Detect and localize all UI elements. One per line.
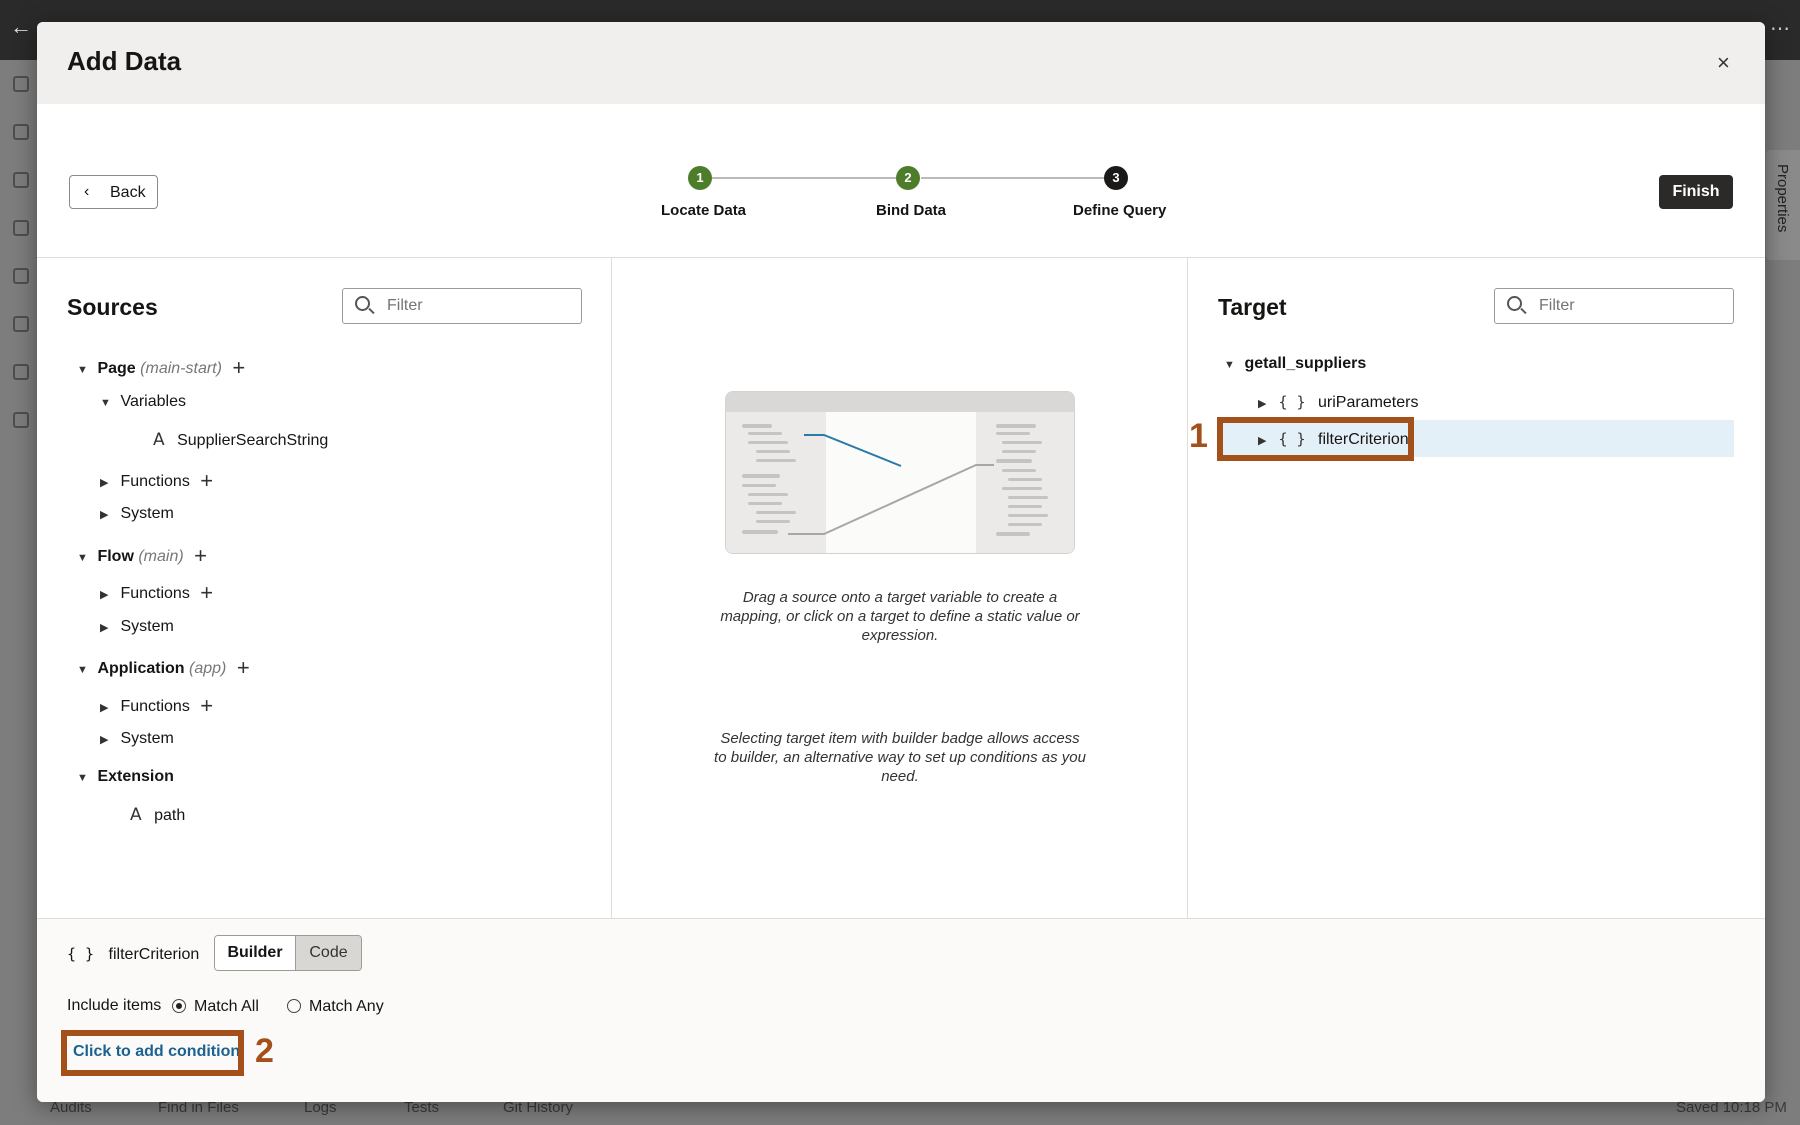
data-icon[interactable]	[13, 172, 29, 188]
sources-title: Sources	[67, 294, 158, 320]
sources-filter[interactable]	[342, 288, 582, 324]
radio-unchecked-icon[interactable]	[287, 999, 301, 1013]
caret-right-icon[interactable]: ▶	[100, 621, 116, 634]
highlight-box-2	[61, 1030, 244, 1076]
step-2-indicator[interactable]: 2	[896, 166, 920, 190]
dialog-header: Add Data ×	[37, 22, 1765, 104]
tree-node-extension[interactable]: ▼ Extension	[77, 768, 174, 786]
match-all-radio[interactable]: Match All	[172, 998, 259, 1016]
target-filter-input[interactable]	[1539, 297, 1719, 315]
caret-right-icon[interactable]: ▶	[100, 733, 116, 746]
back-arrow-icon[interactable]: ←	[10, 14, 32, 40]
add-icon[interactable]: +	[200, 468, 213, 493]
back-button[interactable]: ‹ Back	[69, 175, 158, 209]
caret-right-icon[interactable]: ▶	[100, 588, 116, 601]
tree-node-application[interactable]: ▼ Application (app) +	[77, 655, 250, 681]
caret-right-icon[interactable]: ▶	[100, 476, 116, 489]
match-any-radio[interactable]: Match Any	[287, 998, 384, 1016]
caret-down-icon[interactable]: ▼	[77, 772, 93, 784]
highlight-box-1	[1217, 417, 1414, 461]
properties-tab[interactable]: Properties	[1766, 150, 1800, 260]
target-panel: Target ▼ getall_suppliers ▶ { } uriParam…	[1188, 258, 1765, 918]
mapping-illustration	[725, 391, 1075, 554]
code-mode-button[interactable]: Code	[295, 936, 361, 970]
components-icon[interactable]	[13, 268, 29, 284]
step-2-label: Bind Data	[876, 202, 947, 219]
caret-down-icon[interactable]: ▼	[77, 664, 93, 676]
builder-mode-button[interactable]: Builder	[215, 936, 295, 970]
search-icon	[355, 296, 370, 311]
tree-node-flow[interactable]: ▼ Flow (main) +	[77, 543, 207, 569]
tree-node-page-functions[interactable]: ▶ Functions +	[100, 468, 213, 494]
connections-icon[interactable]	[13, 220, 29, 236]
tree-node-flow-system[interactable]: ▶ System	[100, 618, 174, 636]
target-title: Target	[1218, 294, 1287, 320]
step-3-indicator[interactable]: 3	[1104, 166, 1128, 190]
object-type-icon: { }	[1278, 393, 1306, 411]
radio-checked-icon[interactable]	[172, 999, 186, 1013]
mapping-hint: Drag a source onto a target variable to …	[720, 589, 1080, 644]
mode-toggle: Builder Code	[214, 935, 362, 971]
tree-node-getall-suppliers[interactable]: ▼ getall_suppliers	[1224, 355, 1366, 373]
tree-node-uri-parameters[interactable]: ▶ { } uriParameters	[1258, 393, 1418, 412]
builder-target-name: { } filterCriterion	[67, 945, 200, 963]
search-icon	[1507, 296, 1522, 311]
caret-down-icon[interactable]: ▼	[77, 364, 93, 376]
step-3-label: Define Query	[1073, 202, 1167, 219]
caret-right-icon[interactable]: ▶	[100, 701, 116, 714]
tree-node-app-functions[interactable]: ▶ Functions +	[100, 693, 213, 719]
caret-down-icon[interactable]: ▼	[77, 552, 93, 564]
finish-button[interactable]: Finish	[1659, 175, 1733, 209]
caret-right-icon[interactable]: ▶	[100, 508, 116, 521]
document-icon[interactable]	[13, 364, 29, 380]
builder-panel: { } filterCriterion Builder Code Include…	[37, 918, 1765, 1102]
step-1-indicator[interactable]: 1	[688, 166, 712, 190]
tree-node-variables[interactable]: ▼ Variables	[100, 393, 186, 411]
git-icon[interactable]	[13, 412, 29, 428]
sources-filter-input[interactable]	[387, 297, 567, 315]
tree-node-supplier-search-string[interactable]: A SupplierSearchString	[153, 430, 328, 450]
string-type-icon: A	[153, 430, 165, 450]
tree-node-path[interactable]: A path	[130, 805, 185, 825]
close-icon[interactable]: ×	[1717, 50, 1730, 76]
step-connector	[921, 177, 1119, 179]
include-items-label: Include items	[67, 997, 162, 1014]
tree-node-flow-functions[interactable]: ▶ Functions +	[100, 580, 213, 606]
tree-node-page[interactable]: ▼ Page (main-start) +	[77, 355, 245, 381]
caret-down-icon[interactable]: ▼	[1224, 359, 1240, 371]
add-icon[interactable]: +	[237, 655, 250, 680]
step-1-label: Locate Data	[661, 202, 747, 219]
globe-icon[interactable]	[13, 316, 29, 332]
add-icon[interactable]: +	[232, 355, 245, 380]
dialog-title: Add Data	[67, 46, 182, 76]
left-nav-rail	[0, 60, 37, 1090]
sources-panel: Sources ▼ Page (main-start) + ▼ Variable…	[37, 258, 612, 918]
annotation-marker-2: 2	[255, 1032, 274, 1070]
target-filter[interactable]	[1494, 288, 1734, 324]
object-type-icon: { }	[67, 945, 95, 963]
caret-right-icon[interactable]: ▶	[1258, 397, 1274, 410]
add-icon[interactable]: +	[200, 580, 213, 605]
tree-node-app-system[interactable]: ▶ System	[100, 730, 174, 748]
string-type-icon: A	[130, 805, 142, 825]
mapping-panel: Drag a source onto a target variable to …	[612, 258, 1188, 918]
step-connector	[711, 177, 909, 179]
chevron-left-icon: ‹	[84, 183, 90, 200]
builder-hint: Selecting target item with builder badge…	[714, 730, 1086, 785]
wizard-bar: ‹ Back 1 2 3 Locate Data Bind Data Defin…	[37, 104, 1765, 258]
tree-node-page-system[interactable]: ▶ System	[100, 505, 174, 523]
add-icon[interactable]: +	[200, 693, 213, 718]
add-data-dialog: Add Data × ‹ Back 1 2 3 Locate Data Bind…	[37, 22, 1765, 1102]
annotation-marker-1: 1	[1189, 417, 1208, 455]
events-icon[interactable]	[13, 124, 29, 140]
more-icon[interactable]: ⋯	[1770, 16, 1790, 41]
caret-down-icon[interactable]: ▼	[100, 397, 116, 409]
designer-icon[interactable]	[13, 76, 29, 92]
add-icon[interactable]: +	[194, 543, 207, 568]
